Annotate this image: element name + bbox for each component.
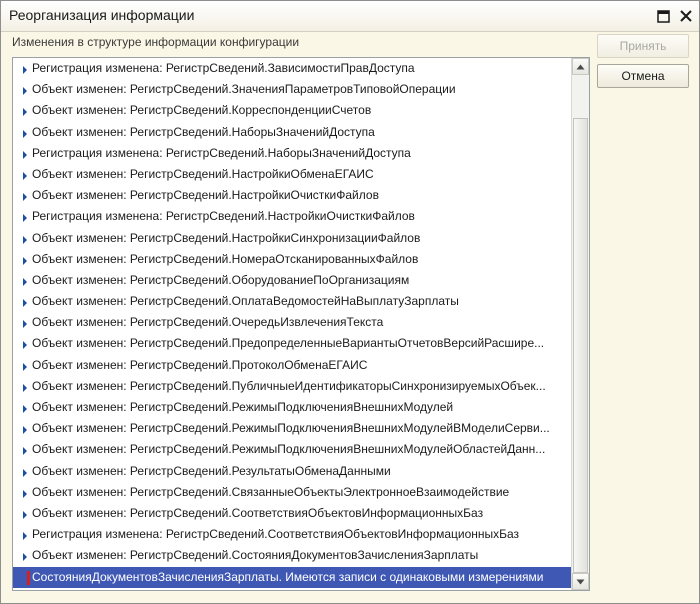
expand-arrow-icon[interactable] [23, 87, 27, 96]
list-item[interactable]: Объект изменен: РегистрСведений.РежимыПо… [13, 418, 571, 439]
error-marker-icon [27, 570, 30, 585]
list-item[interactable]: Объект изменен: РегистрСведений.НомераОт… [13, 249, 571, 270]
title-bar: Реорганизация информации [1, 1, 699, 32]
close-button[interactable] [677, 7, 695, 25]
list-item[interactable]: Объект изменен: РегистрСведений.Соответс… [13, 503, 571, 524]
maximize-button[interactable] [654, 7, 672, 25]
expand-arrow-icon[interactable] [23, 447, 27, 456]
list-item-text: Регистрация изменена: РегистрСведений.За… [32, 61, 415, 75]
expand-arrow-icon[interactable] [23, 553, 27, 562]
list-item-text: Объект изменен: РегистрСведений.РежимыПо… [32, 421, 550, 436]
changes-list[interactable]: Регистрация изменена: РегистрСведений.За… [12, 57, 590, 591]
list-item-text: Объект изменен: РегистрСведений.ОплатаВе… [32, 294, 459, 309]
expand-arrow-icon[interactable] [23, 489, 27, 498]
changes-list-rows: Регистрация изменена: РегистрСведений.За… [13, 58, 571, 588]
cancel-button[interactable]: Отмена [597, 64, 689, 88]
list-item[interactable]: Объект изменен: РегистрСведений.Состояни… [13, 545, 571, 566]
list-item-text: Объект изменен: РегистрСведений.Настройк… [32, 166, 374, 181]
list-item-text: Объект изменен: РегистрСведений.Предопре… [32, 336, 545, 351]
expand-arrow-icon[interactable] [23, 171, 27, 180]
list-item-text: Регистрация изменена: РегистрСведений.Со… [32, 527, 520, 542]
expand-arrow-icon[interactable] [23, 320, 27, 329]
list-item[interactable]: Объект изменен: РегистрСведений.РежимыПо… [13, 397, 571, 418]
scroll-down-icon [576, 579, 585, 584]
list-item-text: Объект изменен: РегистрСведений.Публичны… [32, 378, 546, 393]
list-item[interactable]: Объект изменен: РегистрСведений.Корреспо… [13, 100, 571, 121]
list-item[interactable]: Объект изменен: РегистрСведений.ОплатаВе… [13, 291, 571, 312]
list-item[interactable]: Объект изменен: РегистрСведений.Настройк… [13, 185, 571, 206]
list-item[interactable]: Объект изменен: РегистрСведений.Публичны… [13, 376, 571, 397]
expand-arrow-icon[interactable] [23, 129, 27, 138]
expand-arrow-icon[interactable] [23, 510, 27, 519]
vertical-scrollbar[interactable] [571, 58, 589, 590]
list-item-text: СостоянияДокументовЗачисленияЗарплаты. И… [32, 569, 544, 584]
expand-arrow-icon[interactable] [23, 299, 27, 308]
expand-arrow-icon[interactable] [23, 532, 27, 541]
list-item[interactable]: Регистрация изменена: РегистрСведений.За… [13, 58, 571, 79]
window-title: Реорганизация информации [9, 7, 195, 23]
list-item-text: Объект изменен: РегистрСведений.Корреспо… [32, 103, 372, 118]
list-item-text: Объект изменен: РегистрСведений.ОчередьИ… [32, 315, 384, 330]
scrollbar-thumb[interactable] [573, 118, 588, 573]
maximize-icon [656, 9, 670, 23]
list-item-text: Регистрация изменена: РегистрСведений.На… [32, 145, 411, 160]
list-item[interactable]: Объект изменен: РегистрСведений.Оборудов… [13, 270, 571, 291]
expand-arrow-icon[interactable] [23, 66, 27, 74]
list-item[interactable]: Объект изменен: РегистрСведений.Настройк… [13, 228, 571, 249]
list-item-text: Объект изменен: РегистрСведений.Связанны… [32, 484, 510, 499]
list-item-text: Объект изменен: РегистрСведений.Настройк… [32, 188, 379, 203]
scroll-up-button[interactable] [572, 58, 589, 75]
expand-arrow-icon[interactable] [23, 362, 27, 371]
expand-arrow-icon[interactable] [23, 193, 27, 202]
list-item[interactable]: Объект изменен: РегистрСведений.ОчередьИ… [13, 312, 571, 333]
list-item[interactable]: Регистрация изменена: РегистрСведений.На… [13, 143, 571, 164]
expand-arrow-icon[interactable] [23, 256, 27, 265]
expand-arrow-icon[interactable] [23, 426, 27, 435]
list-item[interactable]: Объект изменен: РегистрСведений.РежимыПо… [13, 439, 571, 460]
list-item-text: Объект изменен: РегистрСведений.Настройк… [32, 230, 421, 245]
scroll-up-icon [576, 64, 585, 69]
list-item-text: Объект изменен: РегистрСведений.Соответс… [32, 505, 484, 520]
list-item[interactable]: Объект изменен: РегистрСведений.Протокол… [13, 355, 571, 376]
structure-changes-label: Изменения в структуре информации конфигу… [12, 35, 300, 49]
expand-arrow-icon[interactable] [23, 214, 27, 223]
expand-arrow-icon[interactable] [23, 405, 27, 413]
expand-arrow-icon[interactable] [23, 468, 27, 477]
expand-arrow-icon[interactable] [23, 277, 27, 286]
list-item[interactable]: Регистрация изменена: РегистрСведений.На… [13, 206, 571, 227]
expand-arrow-icon[interactable] [23, 341, 27, 350]
expand-arrow-icon[interactable] [23, 108, 27, 117]
list-item[interactable]: СостоянияДокументовЗачисленияЗарплаты. И… [13, 566, 571, 588]
list-item[interactable]: Объект изменен: РегистрСведений.НаборыЗн… [13, 122, 571, 143]
list-item[interactable]: Регистрация изменена: РегистрСведений.Со… [13, 524, 571, 545]
list-item[interactable]: Объект изменен: РегистрСведений.Связанны… [13, 482, 571, 503]
list-item[interactable]: Объект изменен: РегистрСведений.Предопре… [13, 333, 571, 354]
list-item-text: Объект изменен: РегистрСведений.Значения… [32, 82, 456, 97]
list-item-text: Объект изменен: РегистрСведений.РежимыПо… [32, 442, 546, 457]
list-item-text: Объект изменен: РегистрСведений.НомераОт… [32, 251, 419, 266]
expand-arrow-icon[interactable] [23, 383, 27, 392]
reorganization-dialog: Реорганизация информации Изменения в стр… [0, 0, 700, 604]
scroll-down-button[interactable] [572, 573, 589, 590]
expand-arrow-icon[interactable] [23, 150, 27, 159]
list-item[interactable]: Объект изменен: РегистрСведений.Настройк… [13, 164, 571, 185]
list-item[interactable]: Объект изменен: РегистрСведений.Результа… [13, 461, 571, 482]
expand-arrow-icon[interactable] [23, 235, 27, 244]
list-item[interactable]: Объект изменен: РегистрСведений.Значения… [13, 79, 571, 100]
list-item-text: Объект изменен: РегистрСведений.Состояни… [32, 548, 479, 563]
list-item-text: Регистрация изменена: РегистрСведений.На… [32, 209, 415, 224]
list-item-text: Объект изменен: РегистрСведений.Результа… [32, 463, 391, 478]
close-icon [680, 10, 692, 22]
list-item-text: Объект изменен: РегистрСведений.Оборудов… [32, 272, 410, 287]
list-item-text: Объект изменен: РегистрСведений.Протокол… [32, 357, 368, 372]
list-item-text: Объект изменен: РегистрСведений.РежимыПо… [32, 400, 454, 414]
accept-button[interactable]: Принять [597, 34, 689, 58]
list-item-text: Объект изменен: РегистрСведений.НаборыЗн… [32, 124, 375, 139]
